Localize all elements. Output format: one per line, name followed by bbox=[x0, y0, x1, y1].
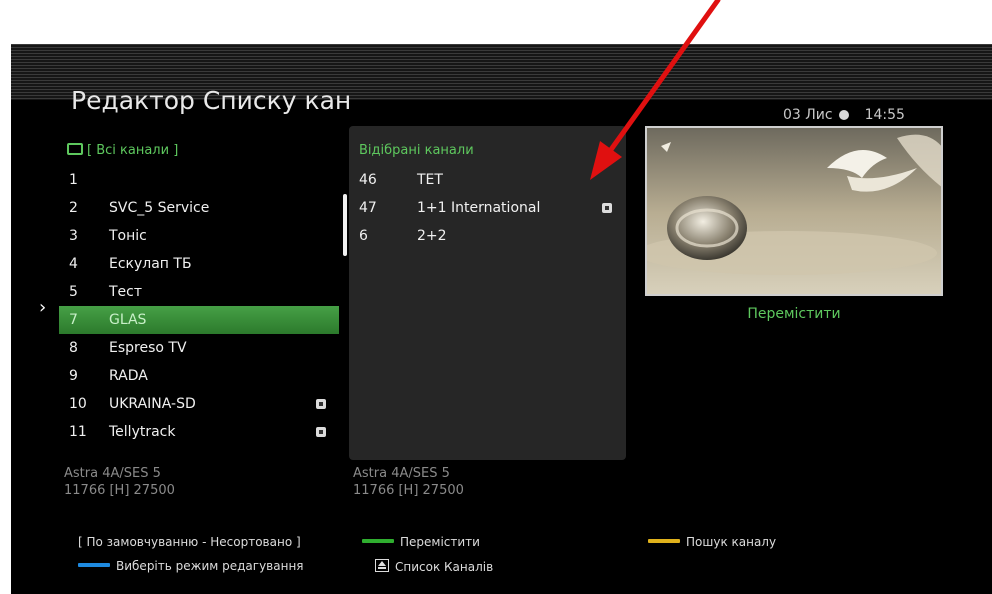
arrow-shaft bbox=[602, 0, 721, 161]
arrow-head-icon bbox=[590, 141, 622, 180]
annotation-arrow bbox=[590, 0, 721, 180]
